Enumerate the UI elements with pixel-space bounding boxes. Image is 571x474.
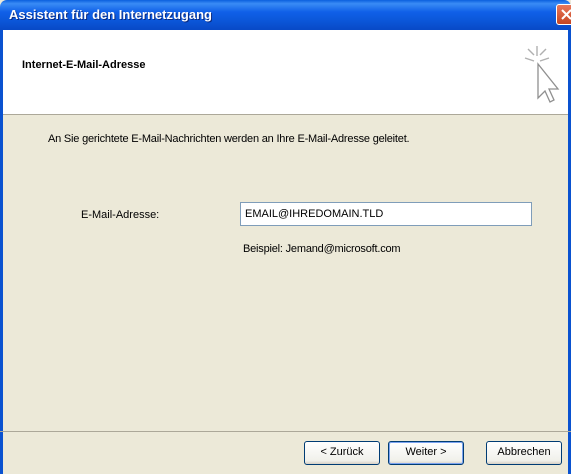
wizard-cursor-icon [524,46,560,103]
intro-text: An Sie gerichtete E-Mail-Nachrichten wer… [48,133,410,145]
wizard-header: Internet-E-Mail-Adresse [0,30,571,115]
email-field[interactable] [240,202,532,226]
next-button[interactable]: Weiter > [388,441,464,465]
back-button[interactable]: < Zurück [304,441,380,465]
cancel-button[interactable]: Abbrechen [486,441,562,465]
wizard-window: Assistent für den Internetzugang Interne… [0,0,571,474]
title-bar[interactable]: Assistent für den Internetzugang [0,0,571,30]
window-border-left [0,30,3,474]
example-text: Beispiel: Jemand@microsoft.com [243,243,401,255]
page-title: Internet-E-Mail-Adresse [22,59,146,71]
window-title: Assistent für den Internetzugang [9,7,212,22]
close-button[interactable] [556,4,571,25]
email-label: E-Mail-Adresse: [81,209,160,221]
close-icon [561,9,571,20]
footer-divider [0,431,571,432]
